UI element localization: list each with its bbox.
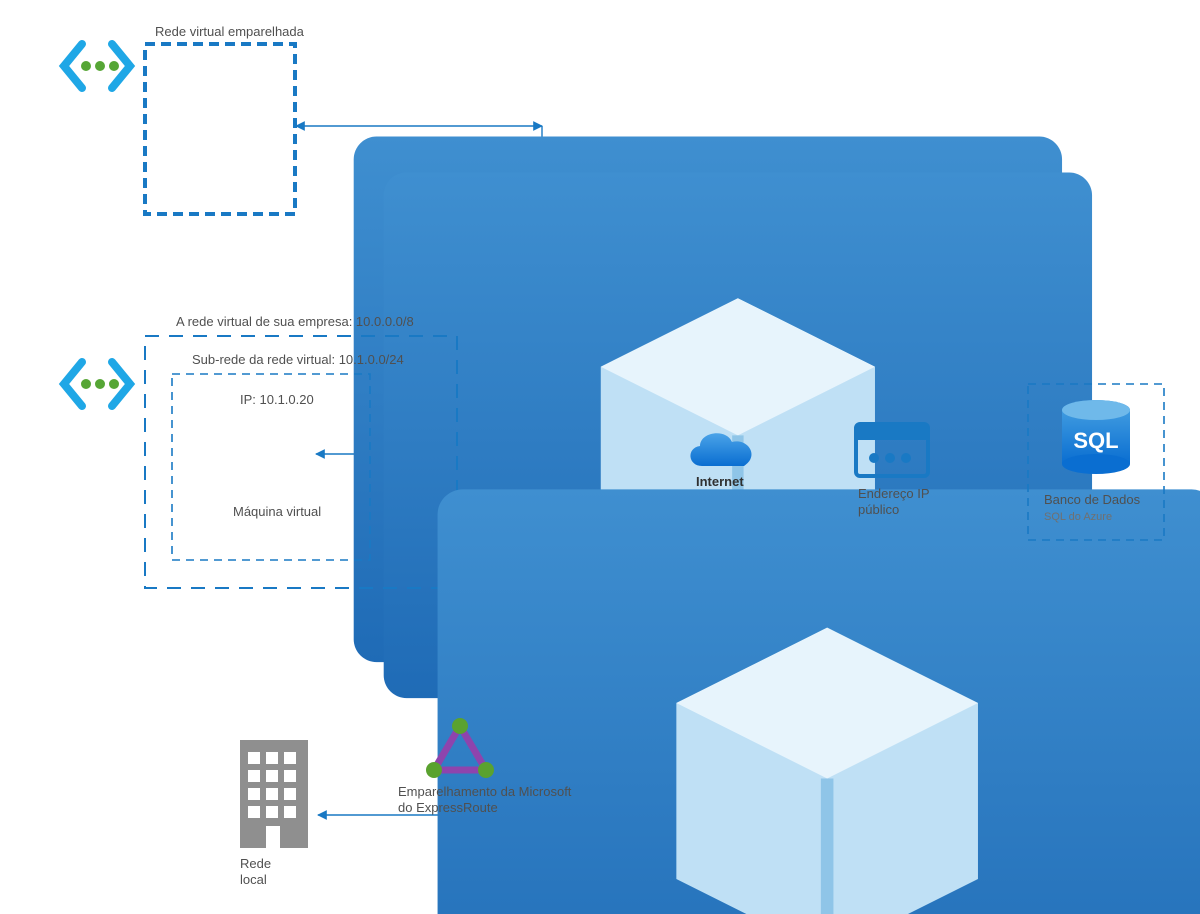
expressroute-label-1: Emparelhamento da Microsoft — [398, 784, 572, 799]
vnet-icon-mid — [64, 362, 130, 406]
peered-vnet-label: Rede virtual emparelhada — [155, 24, 305, 39]
onprem-label-2: local — [240, 872, 267, 887]
internet-label: Internet — [696, 474, 744, 489]
sql-label-1: Banco de Dados — [1044, 492, 1141, 507]
sql-badge: SQL — [1073, 428, 1118, 453]
vm-ip-label: IP: 10.1.0.20 — [240, 392, 314, 407]
company-vnet-label: A rede virtual de sua empresa: 10.0.0.0/… — [176, 314, 414, 329]
onprem-label-1: Rede — [240, 856, 271, 871]
subnet-label: Sub-rede da rede virtual: 10.1.0.0/24 — [192, 352, 404, 367]
vm-label: Máquina virtual — [233, 504, 321, 519]
onprem-building-icon — [240, 740, 308, 848]
public-ip-label-2: público — [858, 502, 899, 517]
expressroute-label-2: do ExpressRoute — [398, 800, 498, 815]
sql-label-2: SQL do Azure — [1044, 511, 1112, 523]
vnet-icon-top — [64, 44, 130, 88]
public-ip-label-1: Endereço IP — [858, 486, 930, 501]
